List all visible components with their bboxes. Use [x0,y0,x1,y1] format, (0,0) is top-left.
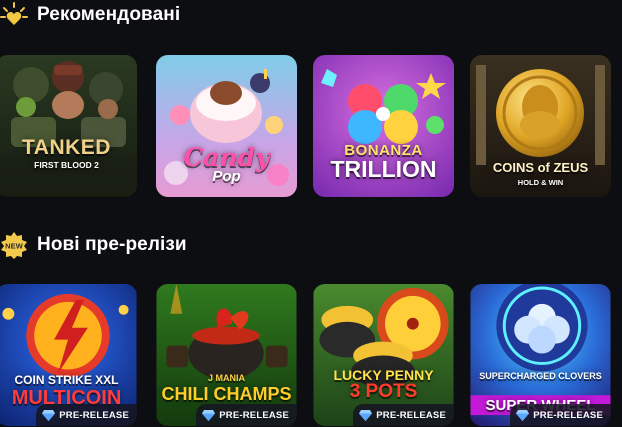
svg-text:NEW: NEW [5,242,24,251]
game-subtitle: FIRST BLOOD 2 [34,160,99,170]
new-badge-icon: NEW [1,232,27,259]
game-card-coins-of-zeus[interactable]: COINS of ZEUS HOLD & WIN [470,55,611,197]
badge-label: PRE-RELEASE [376,409,446,421]
section-header-recommended: Рекомендовані [0,1,180,29]
game-subtitle: Pop [212,168,241,185]
game-subtitle: 3 POTS [349,381,418,402]
game-subtitle: TRILLION [330,156,437,182]
sparkle-heart-icon [0,2,28,25]
pre-release-badge: PRE-RELEASE [36,404,137,426]
section-header-new-pre-releases: NEW Нові пре-релізи [0,231,187,259]
game-title: LUCKY PENNY [333,367,434,383]
game-title: TANKED [22,136,111,159]
section-title: Рекомендовані [37,4,181,25]
badge-label: PRE-RELEASE [533,409,603,421]
badge-label: PRE-RELEASE [219,409,289,421]
game-subtitle: CHILI CHAMPS [161,384,292,404]
section-title: Нові пре-релізи [37,234,187,255]
game-title: COINS of ZEUS [492,160,589,175]
game-title: J MANIA [207,373,245,383]
pre-release-badge: PRE-RELEASE [353,404,454,426]
game-card-coin-strike-xxl[interactable]: COIN STRIKE XXL MULTICOIN PRE-RELEASE [0,284,137,426]
game-card-supercharged-clovers[interactable]: SUPERCHARGED CLOVERS SUPER WHEEL PRE-REL… [470,284,611,426]
game-row-new-pre-releases: COIN STRIKE XXL MULTICOIN PRE-RELEASE J … [0,284,622,427]
game-thumbnail [470,55,611,197]
diamond-icon [202,409,216,421]
game-card-chili-champs[interactable]: J MANIA CHILI CHAMPS PRE-RELEASE [156,284,297,426]
game-card-bonanza-trillion[interactable]: BONANZA TRILLION [313,55,454,197]
game-title: SUPERCHARGED CLOVERS [479,371,602,381]
game-title: COIN STRIKE XXL [14,373,119,387]
game-card-lucky-penny[interactable]: LUCKY PENNY 3 POTS PRE-RELEASE [313,284,454,426]
game-thumbnail [0,55,137,197]
diamond-icon [42,409,56,421]
game-subtitle: HOLD & WIN [517,178,564,187]
game-title: Candy [183,143,270,172]
badge-label: PRE-RELEASE [59,409,129,421]
pre-release-badge: PRE-RELEASE [196,404,297,426]
game-row-recommended: TANKED FIRST BLOOD 2 Candy Pop BONANZA T… [0,55,622,197]
diamond-icon [516,409,530,421]
game-card-candy-pop[interactable]: Candy Pop [156,55,297,197]
pre-release-badge: PRE-RELEASE [510,404,611,426]
diamond-icon [359,409,373,421]
game-card-tanked[interactable]: TANKED FIRST BLOOD 2 [0,55,137,197]
